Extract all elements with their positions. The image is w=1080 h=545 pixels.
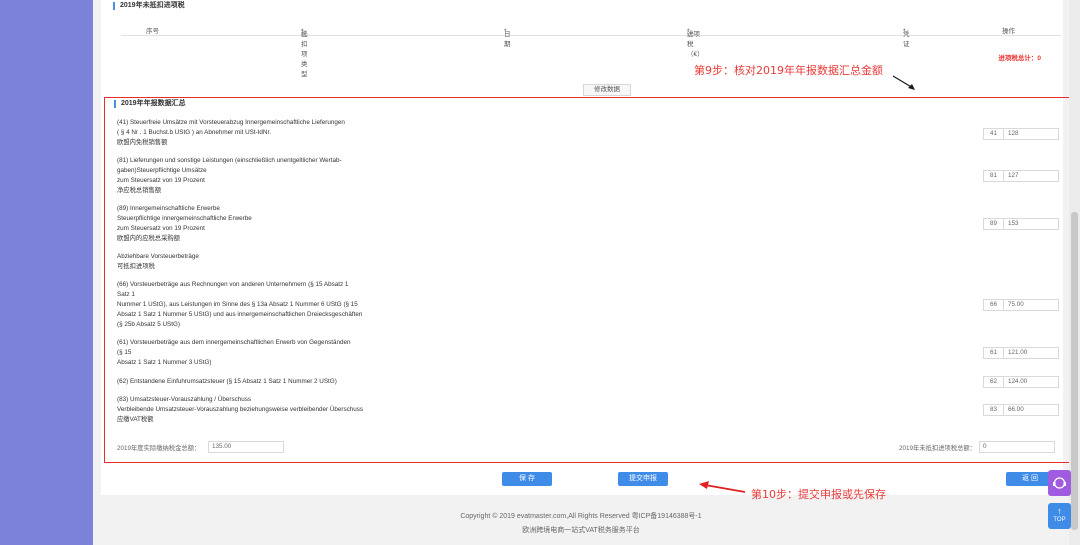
col-date-label: 日期	[504, 31, 511, 48]
row-89-line: zum Steuersatz von 19 Prozent	[117, 225, 205, 232]
footer-copyright: Copyright © 2019 evatmaster.com,All Righ…	[460, 513, 702, 520]
customer-service-button[interactable]	[1048, 470, 1071, 496]
footer-tagline: 欧洲跨境电商一站式VAT税务服务平台	[522, 527, 640, 534]
row-89-line: Steuerpflichtige innergemeinschaftliche …	[117, 215, 252, 222]
top-label: TOP	[1053, 517, 1066, 523]
save-button[interactable]: 保 存	[502, 472, 552, 486]
code-83: 83	[984, 405, 1004, 415]
actual-paid-input[interactable]: 135.00	[208, 441, 284, 453]
step9-annotation: 第9步：核对2019年年报数据汇总金额	[694, 64, 883, 77]
value-66: 75.00	[1008, 301, 1024, 308]
step10-annotation: 第10步：提交申报或先保存	[751, 488, 886, 501]
vertical-scrollbar[interactable]	[1069, 0, 1080, 545]
scrollbar-thumb[interactable]	[1071, 212, 1078, 530]
value-83: 66.00	[1008, 406, 1024, 413]
col-index: 序号	[146, 28, 159, 35]
input-tax-total: 进项税总计：0	[998, 55, 1041, 62]
row-62-line: (62) Entstandene Einfuhrumsatzsteuer (§ …	[117, 378, 337, 385]
value-62: 124.00	[1008, 378, 1028, 385]
summary-row-66: (66) Vorsteuerbeträge aus Rechnungen von…	[117, 280, 362, 330]
summary-row-81: (81) Lieferungen und sonstige Leistungen…	[117, 156, 342, 196]
deductible-heading-line: 可抵扣进项税	[117, 263, 155, 270]
row-81-line: zum Steuersatz von 19 Prozent	[117, 177, 205, 184]
row-81-line: gaben)Steuerpflichtige Umsätze	[117, 167, 207, 174]
headset-icon	[1053, 477, 1066, 489]
unpaid-input-total-label: 2019年未抵扣进项税总额：	[899, 445, 976, 452]
value-field-66[interactable]: 66 75.00	[983, 299, 1059, 311]
value-field-62[interactable]: 62 124.00	[983, 376, 1059, 388]
step10-arrow-icon	[699, 481, 746, 493]
step9-arrow-icon	[892, 75, 915, 90]
row-83-line: 应缴VAT税额	[117, 416, 154, 423]
annual-summary-title: 2019年年报数据汇总	[114, 100, 186, 108]
value-41: 128	[1008, 130, 1019, 137]
row-61-line: (61) Vorsteuerbeträge aus dem innergemei…	[117, 339, 351, 346]
unpaid-tax-table-header: 序号 * 抵扣项类型 ⓘ * 日期 * 进项税（€） ⓘ * 凭证 操作	[121, 22, 1061, 78]
unpaid-input-total-input[interactable]: 0	[979, 441, 1055, 453]
summary-row-deductible-heading: Abziehbare Vorsteuerbeträge 可抵扣进项税	[117, 252, 199, 272]
summary-row-89: (89) Innergemeinschaftliche Erwerbe Steu…	[117, 204, 252, 244]
code-62: 62	[984, 377, 1004, 387]
back-to-top-button[interactable]: ↑ TOP	[1048, 503, 1071, 529]
row-83-line: (83) Umsatzsteuer-Vorauszahlung / Übersc…	[117, 396, 252, 403]
summary-row-61: (61) Vorsteuerbeträge aus dem innergemei…	[117, 338, 350, 368]
submit-button[interactable]: 提交申报	[618, 472, 668, 486]
modify-data-button[interactable]: 修改数据	[583, 84, 631, 96]
value-field-83[interactable]: 83 66.00	[983, 404, 1059, 416]
col-action: 操作	[1002, 28, 1015, 35]
code-61: 61	[984, 348, 1004, 358]
value-61: 121.00	[1008, 349, 1028, 356]
row-61-line: (§ 15	[117, 349, 132, 356]
summary-row-83: (83) Umsatzsteuer-Vorauszahlung / Übersc…	[117, 395, 363, 425]
deductible-heading-line: Abziehbare Vorsteuerbeträge	[117, 253, 199, 260]
code-41: 41	[984, 129, 1004, 139]
row-66-line: (66) Vorsteuerbeträge aus Rechnungen von…	[117, 281, 349, 288]
main-content: 2019年未抵扣进项税 序号 * 抵扣项类型 ⓘ * 日期 * 进项税（€） ⓘ…	[93, 0, 1071, 545]
value-81: 127	[1008, 172, 1019, 179]
unpaid-tax-section-title: 2019年未抵扣进项税	[113, 2, 185, 10]
row-66-line: Absatz 1 Satz 1 Nummer 5 UStG) und aus i…	[117, 311, 363, 318]
row-66-line: Nummer 1 UStG), aus Leistungen im Sinne …	[117, 301, 358, 308]
row-89-line: 欧盟内的应税总采购额	[117, 235, 180, 242]
value-field-61[interactable]: 61 121.00	[983, 347, 1059, 359]
value-89: 153	[1008, 220, 1019, 227]
row-89-line: (89) Innergemeinschaftliche Erwerbe	[117, 205, 220, 212]
summary-row-62: (62) Entstandene Einfuhrumsatzsteuer (§ …	[117, 377, 337, 387]
code-81: 81	[984, 171, 1004, 181]
row-66-line: Satz 1	[117, 291, 135, 298]
code-89: 89	[984, 219, 1004, 229]
actual-paid-label: 2019年度实际缴纳税金总额：	[117, 445, 201, 452]
value-field-81[interactable]: 81 127	[983, 170, 1059, 182]
code-66: 66	[984, 300, 1004, 310]
back-button[interactable]: 返 回	[1006, 472, 1054, 486]
col-voucher-label: 凭证	[903, 31, 910, 48]
row-41-line: ( § 4 Nr . 1 Buchst.b UStG ) an Abnehmer…	[117, 129, 271, 136]
annual-summary-box: 2019年年报数据汇总 (41) Steuerfreie Umsätze mit…	[104, 97, 1071, 463]
row-81-line: (81) Lieferungen und sonstige Leistungen…	[117, 157, 342, 164]
value-field-89[interactable]: 89 153	[983, 218, 1059, 230]
row-61-line: Absatz 1 Satz 1 Nummer 3 UStG)	[117, 359, 212, 366]
footer: Copyright © 2019 evatmaster.com,All Righ…	[93, 510, 1069, 538]
row-83-line: Verbleibende Umsatzsteuer-Vorauszahlung …	[117, 406, 364, 413]
left-sidebar	[0, 0, 93, 545]
summary-row-41: (41) Steuerfreie Umsätze mit Vorsteuerab…	[117, 118, 345, 148]
row-81-line: 净应税总销售额	[117, 187, 162, 194]
arrow-up-icon: ↑	[1057, 506, 1062, 516]
row-66-line: (§ 25b Absatz 5 UStG)	[117, 321, 180, 328]
row-41-line: (41) Steuerfreie Umsätze mit Vorsteuerab…	[117, 119, 345, 126]
content-panel: 2019年未抵扣进项税 序号 * 抵扣项类型 ⓘ * 日期 * 进项税（€） ⓘ…	[101, 0, 1071, 501]
row-41-line: 欧盟内免税销售额	[117, 139, 168, 146]
value-field-41[interactable]: 41 128	[983, 128, 1059, 140]
